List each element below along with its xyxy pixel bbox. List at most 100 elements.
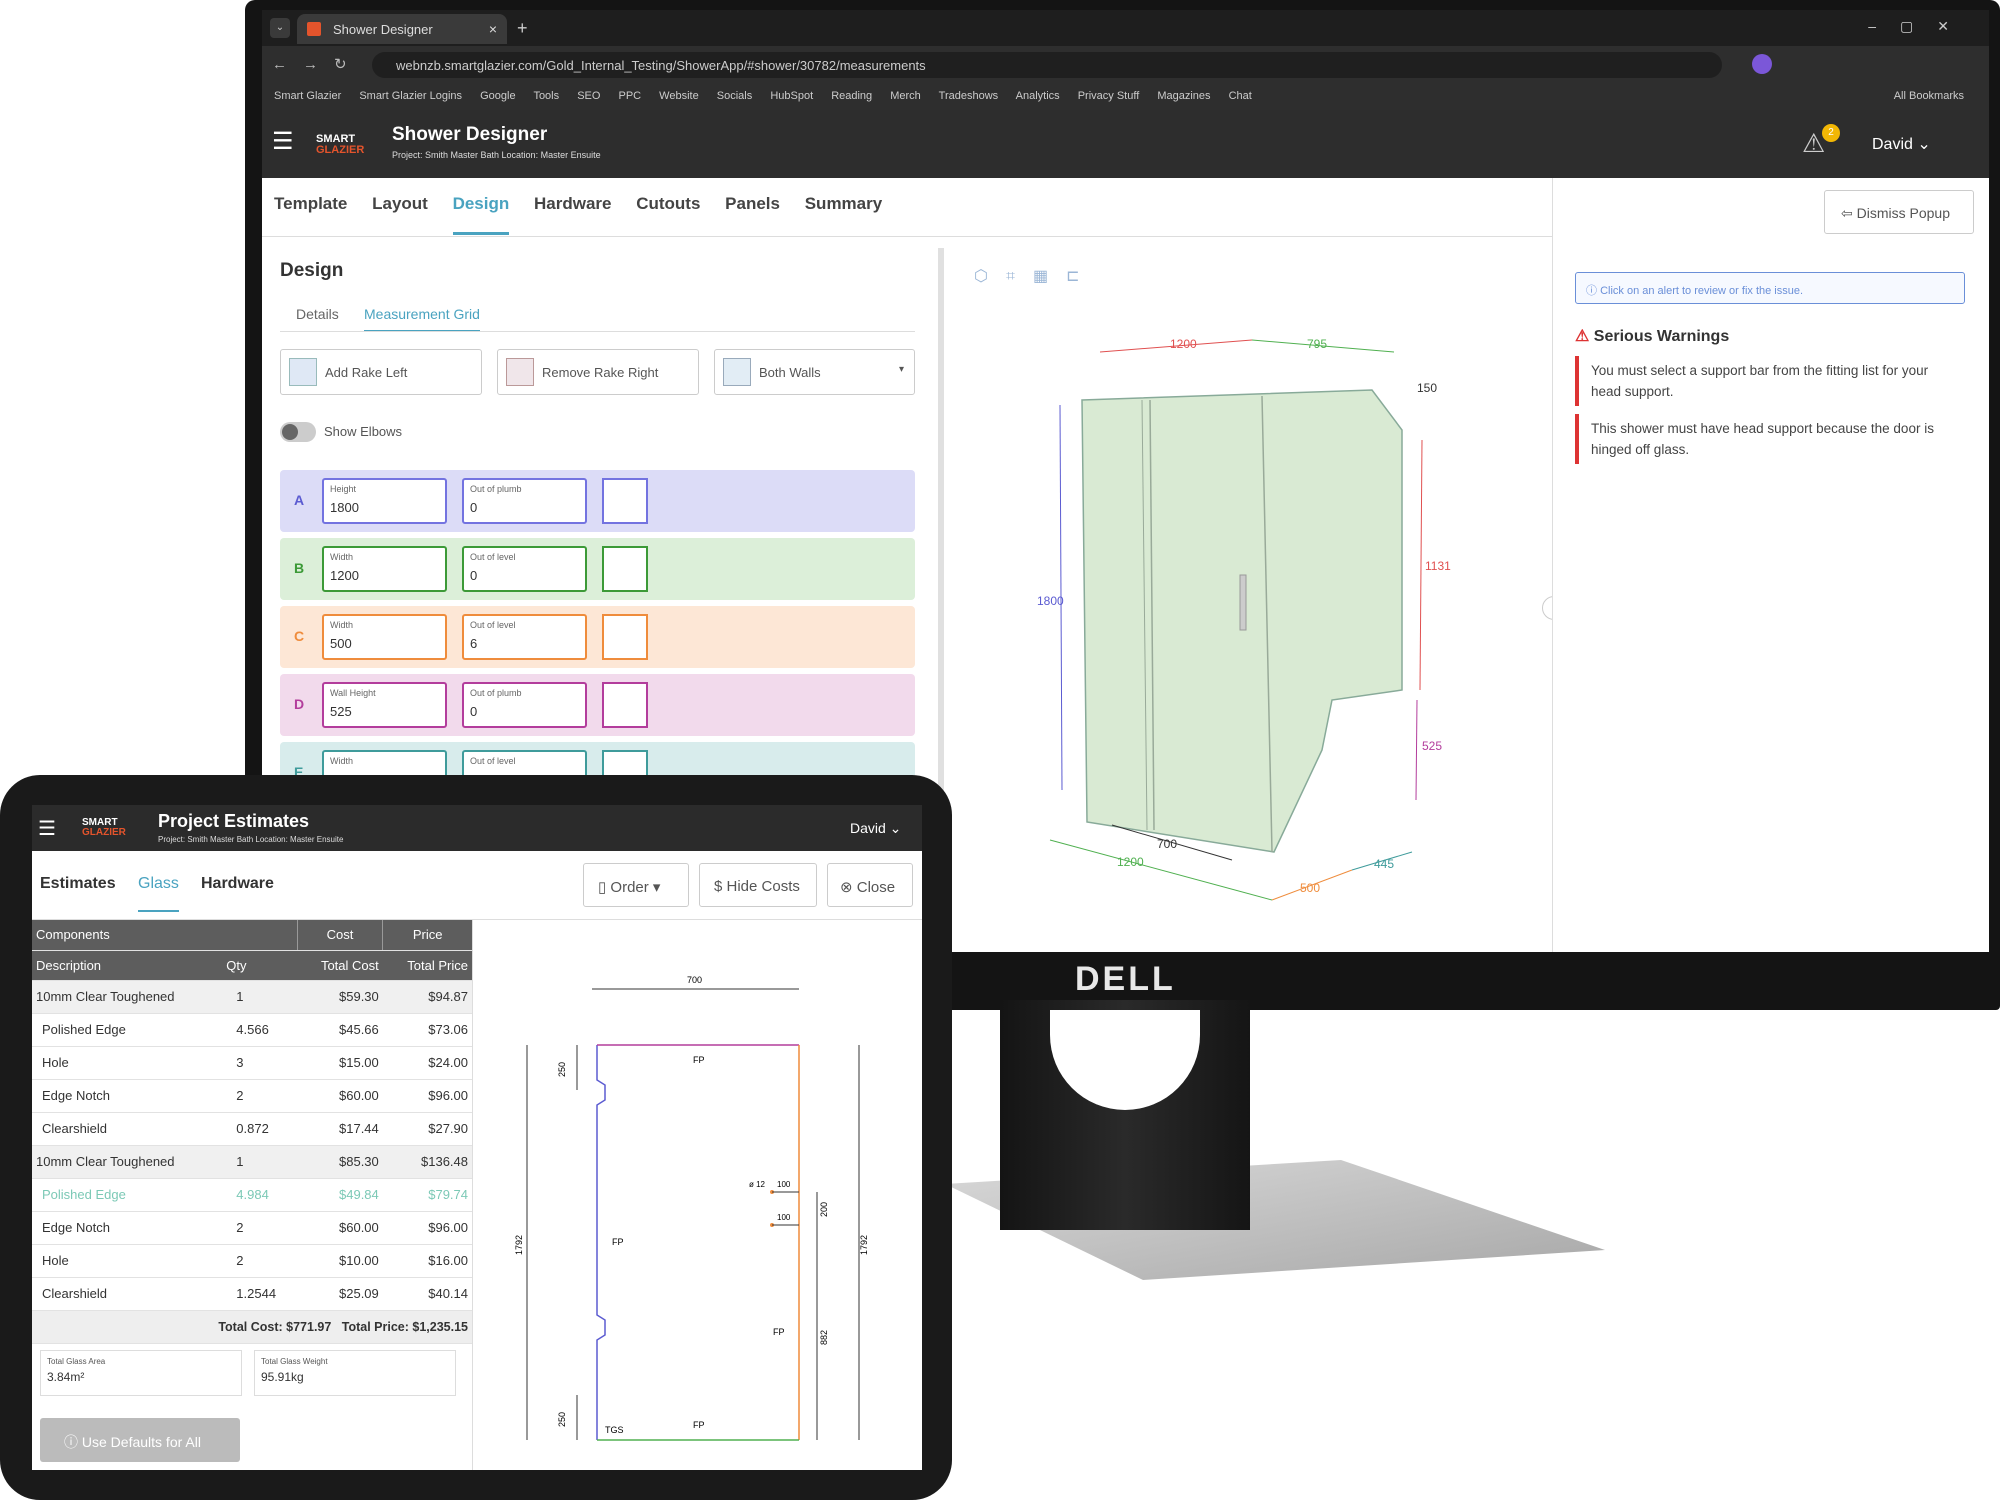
address-bar[interactable]: webnzb.smartglazier.com/Gold_Internal_Te… <box>372 52 1722 78</box>
bookmark-item[interactable]: PPC <box>618 90 641 102</box>
use-defaults-button[interactable]: ⓘ Use Defaults for All <box>40 1418 240 1462</box>
bookmark-item[interactable]: HubSpot <box>770 90 813 102</box>
height-field[interactable]: Height 1800 <box>322 478 447 524</box>
bookmark-item[interactable]: Chat <box>1229 90 1252 102</box>
bookmark-item[interactable]: Website <box>659 90 699 102</box>
measurement-row-c: C Width 500 Out of level 6 <box>280 606 915 668</box>
group-header-components: Components <box>32 920 298 951</box>
bookmark-item[interactable]: SEO <box>577 90 600 102</box>
tab-panels[interactable]: Panels <box>725 194 780 232</box>
width-field[interactable]: Width 1200 <box>322 546 447 592</box>
view-toolbar-icons[interactable]: ⬡⌗▦⊏ <box>974 266 1098 286</box>
chevron-down-icon: ▾ <box>898 364 904 375</box>
browser-tab[interactable]: Shower Designer × <box>297 14 507 44</box>
table-row[interactable]: Clearshield 0.872 $17.44 $27.90 <box>32 1112 472 1146</box>
panel-swatch[interactable] <box>602 478 648 524</box>
subtab-details[interactable]: Details <box>296 306 339 322</box>
table-row[interactable]: Polished Edge 4.984 $49.84 $79.74 <box>32 1178 472 1212</box>
out-of-level-field[interactable]: Out of level 0 <box>462 546 587 592</box>
table-row[interactable]: Polished Edge 4.566 $45.66 $73.06 <box>32 1013 472 1047</box>
smart-glazier-logo: SMART GLAZIER <box>82 817 126 838</box>
bookmark-item[interactable]: Privacy Stuff <box>1078 90 1140 102</box>
table-row[interactable]: Edge Notch 2 $60.00 $96.00 <box>32 1079 472 1113</box>
bookmark-item[interactable]: Magazines <box>1157 90 1210 102</box>
panel-drawing: 700 FP FP FP FP TGS 250 250 1792 1792 ø … <box>514 975 869 1441</box>
hamburger-menu-icon[interactable]: ☰ <box>38 816 56 841</box>
bookmark-item[interactable]: Socials <box>717 90 752 102</box>
cell-total-cost: $59.30 <box>297 980 383 1014</box>
tab-layout[interactable]: Layout <box>372 194 428 232</box>
out-of-plumb-field[interactable]: Out of plumb 0 <box>462 478 587 524</box>
tab-hardware[interactable]: Hardware <box>534 194 611 232</box>
close-button[interactable]: ⊗ Close <box>827 863 913 907</box>
panel-swatch[interactable] <box>602 614 648 660</box>
tab-cutouts[interactable]: Cutouts <box>636 194 700 232</box>
table-row[interactable]: Hole 3 $15.00 $24.00 <box>32 1046 472 1080</box>
measurement-row-a: A Height 1800 Out of plumb 0 <box>280 470 915 532</box>
bookmark-item[interactable]: Tools <box>533 90 559 102</box>
remove-rake-right-button[interactable]: Remove Rake Right <box>497 349 699 395</box>
panel-swatch[interactable] <box>602 546 648 592</box>
bookmark-item[interactable]: Reading <box>831 90 872 102</box>
table-row[interactable]: 10mm Clear Toughened 1 $59.30 $94.87 <box>32 980 472 1014</box>
all-bookmarks[interactable]: All Bookmarks <box>1894 90 1964 102</box>
profile-avatar[interactable] <box>1752 54 1772 74</box>
cell-qty: 3 <box>222 1046 298 1080</box>
total-price: Total Price: $1,235.15 <box>341 1319 468 1334</box>
window-controls[interactable]: –▢✕ <box>1868 18 1973 35</box>
dim-width: 700 <box>687 975 702 985</box>
user-menu[interactable]: David ⌄ <box>1872 134 1931 154</box>
bookmark-item[interactable]: Google <box>480 90 515 102</box>
hamburger-menu-icon[interactable]: ☰ <box>272 130 294 154</box>
bookmark-item[interactable]: Smart Glazier Logins <box>359 90 462 102</box>
bookmark-item[interactable]: Tradeshows <box>939 90 999 102</box>
tab-search-icon[interactable]: ⌄ <box>270 18 290 38</box>
hide-costs-button[interactable]: $ Hide Costs <box>699 863 817 907</box>
tab-title: Shower Designer <box>333 22 433 37</box>
cell-description: Polished Edge <box>32 1178 223 1212</box>
components-panel: Components Cost Price Description Qty To… <box>32 920 473 1470</box>
serious-warnings-heading: ⚠ Serious Warnings <box>1575 328 1730 345</box>
group-header-cost: Cost <box>296 920 383 951</box>
tab-estimates[interactable]: Estimates <box>40 875 116 893</box>
wall-height-field[interactable]: Wall Height 525 <box>322 682 447 728</box>
label-fp-bottom: FP <box>693 1420 705 1430</box>
bookmark-item[interactable]: Merch <box>890 90 921 102</box>
warning-item[interactable]: This shower must have head support becau… <box>1575 414 1965 464</box>
tab-design[interactable]: Design <box>452 194 510 235</box>
measurement-row-b: B Width 1200 Out of level 0 <box>280 538 915 600</box>
add-rake-left-button[interactable]: Add Rake Left <box>280 349 482 395</box>
close-tab-icon[interactable]: × <box>489 21 497 37</box>
label-fp-left: FP <box>612 1237 624 1247</box>
components-rows: 10mm Clear Toughened 1 $59.30 $94.87 Polishe… <box>32 980 472 1311</box>
order-button[interactable]: ▯ Order ▾ <box>583 863 689 907</box>
tab-summary[interactable]: Summary <box>805 194 882 232</box>
tab-hardware[interactable]: Hardware <box>201 875 274 893</box>
nav-arrows-icon[interactable]: ←→↻ <box>272 55 363 73</box>
out-of-level-field[interactable]: Out of level 6 <box>462 614 587 660</box>
cell-total-cost: $49.84 <box>297 1178 383 1212</box>
bookmark-item[interactable]: Analytics <box>1016 90 1060 102</box>
panel-swatch[interactable] <box>602 682 648 728</box>
table-row[interactable]: Hole 2 $10.00 $16.00 <box>32 1244 472 1278</box>
width-field[interactable]: Width 500 <box>322 614 447 660</box>
new-tab-icon[interactable]: + <box>517 18 528 39</box>
show-elbows-toggle[interactable] <box>280 422 316 442</box>
dismiss-popup-button[interactable]: ⇦ Dismiss Popup <box>1824 190 1974 234</box>
table-row[interactable]: Edge Notch 2 $60.00 $96.00 <box>32 1211 472 1245</box>
out-of-plumb-field[interactable]: Out of plumb 0 <box>462 682 587 728</box>
tab-template[interactable]: Template <box>274 194 347 232</box>
tab-glass[interactable]: Glass <box>138 875 179 912</box>
table-row[interactable]: Clearshield 1.2544 $25.09 $40.14 <box>32 1277 472 1311</box>
estimates-header: ☰ SMART GLAZIER Project Estimates Project… <box>32 805 922 851</box>
walls-dropdown[interactable]: Both Walls ▾ <box>714 349 915 395</box>
app-header: ☰ SMART GLAZIER Shower Designer Project: … <box>262 110 1989 178</box>
cell-total-cost: $15.00 <box>297 1046 383 1080</box>
col-total-price: Total Price <box>382 950 472 981</box>
shower-3d-view[interactable]: 1200 795 150 1800 1131 525 700 1200 500 … <box>962 300 1552 940</box>
bookmark-item[interactable]: Smart Glazier <box>274 90 341 102</box>
subtab-measurement-grid[interactable]: Measurement Grid <box>364 306 480 332</box>
table-row[interactable]: 10mm Clear Toughened 1 $85.30 $136.48 <box>32 1145 472 1179</box>
warning-item[interactable]: You must select a support bar from the f… <box>1575 356 1965 406</box>
user-menu[interactable]: David ⌄ <box>850 820 901 837</box>
